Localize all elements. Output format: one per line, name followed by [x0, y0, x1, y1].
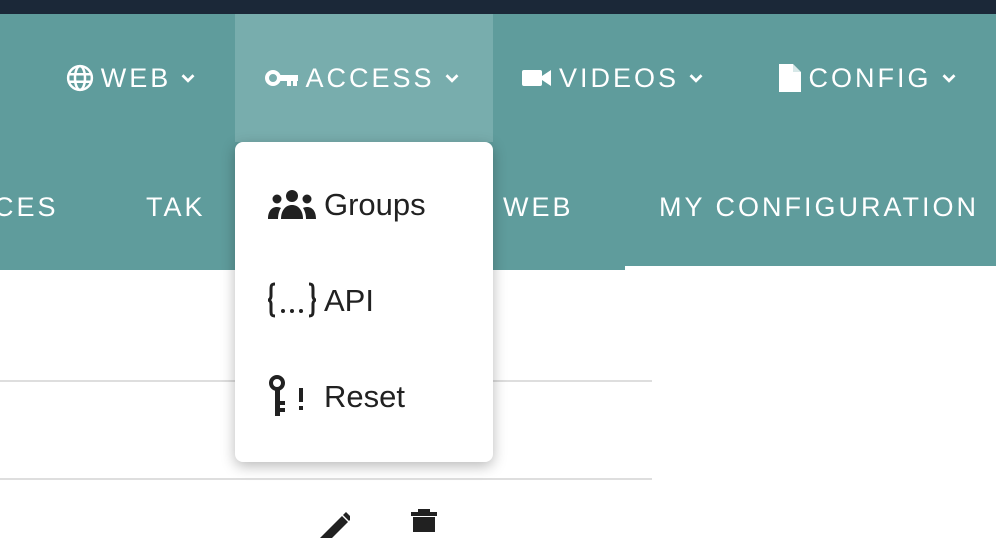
top-strip — [0, 0, 996, 14]
menu-item-reset-label: Reset — [324, 378, 405, 414]
nav-videos[interactable]: VIDEOS — [521, 14, 707, 142]
menu-item-groups[interactable]: Groups — [235, 156, 493, 252]
nav-config-label: CONFIG — [808, 62, 932, 93]
nav-config[interactable]: CONFIG — [776, 14, 960, 142]
chevron-down-icon — [177, 67, 199, 89]
nav-web[interactable]: WEB — [62, 14, 202, 142]
menu-item-api-label: API — [324, 282, 374, 318]
nav-web-label: WEB — [100, 62, 172, 93]
nav-videos-label: VIDEOS — [558, 62, 680, 93]
globe-icon — [65, 63, 95, 93]
file-icon — [777, 62, 803, 94]
groups-icon — [267, 188, 317, 220]
chevron-down-icon — [441, 67, 463, 89]
menu-item-groups-label: Groups — [324, 186, 426, 222]
row-divider — [0, 478, 652, 480]
menu-item-reset[interactable]: Reset — [235, 348, 493, 444]
nav-access[interactable]: ACCESS — [235, 14, 493, 142]
access-dropdown-menu: Groups API Reset — [235, 142, 493, 462]
menu-item-api[interactable]: API — [235, 252, 493, 348]
edit-icon[interactable] — [316, 508, 352, 543]
tab-tak[interactable]: TAK — [146, 192, 206, 222]
tab-ces[interactable]: CES — [0, 192, 59, 222]
tab-my-configuration[interactable]: MY CONFIGURATION — [659, 192, 979, 222]
tab-web[interactable]: WEB — [503, 192, 574, 222]
nav-access-label: ACCESS — [305, 62, 435, 93]
delete-icon[interactable] — [409, 508, 439, 537]
api-braces-icon — [267, 282, 317, 318]
chevron-down-icon — [938, 67, 960, 89]
key-reset-icon — [267, 375, 307, 417]
key-icon — [265, 67, 299, 89]
videocam-icon — [521, 67, 553, 89]
chevron-down-icon — [685, 67, 707, 89]
